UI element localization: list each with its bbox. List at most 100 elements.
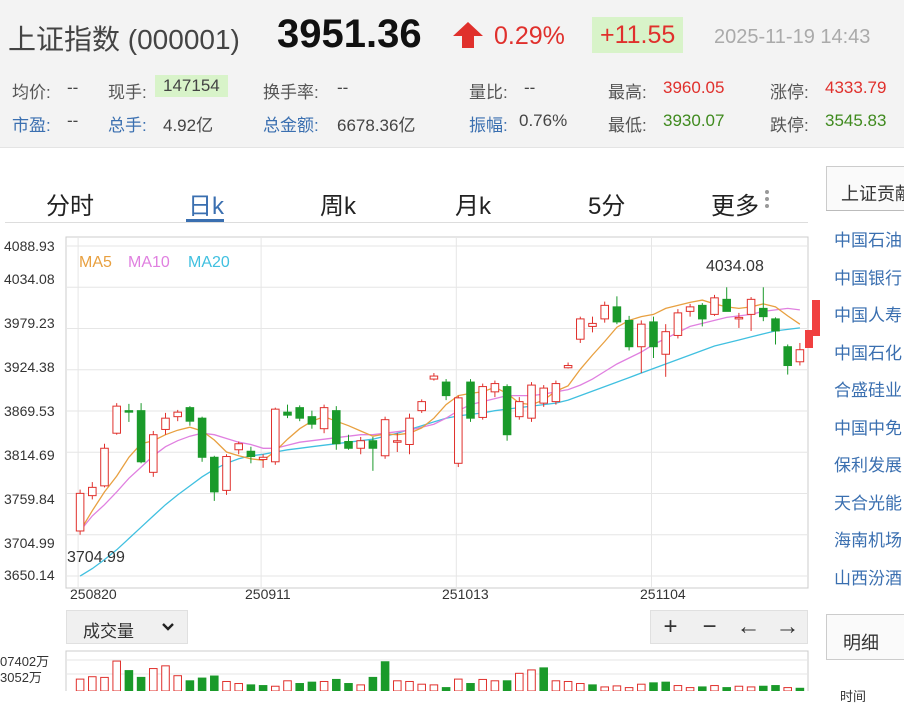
stat-value-turnover-rate: -- [337,78,349,97]
sidebar-item-7[interactable]: 保利发展 [834,451,902,476]
volume-bar [210,675,219,691]
sidebar-item-2[interactable]: 中国银行 [834,264,902,289]
sidebar-item-1[interactable]: 中国石油 [834,226,902,251]
candlestick-chart[interactable] [0,232,820,592]
volume-bar [441,687,451,691]
indicator-select[interactable]: 成交量 [66,610,188,644]
ma-legend-ma5: MA5 [79,254,112,271]
sidebar-heading-line [826,210,904,211]
y-tick-label: 4034.08 [4,271,55,287]
volume-bar [100,676,109,691]
sidebar-item-5[interactable]: 合盛硅业 [834,376,902,401]
x-tick-label: 250820 [70,586,117,602]
sidebar-item-8[interactable]: 天合光能 [834,489,902,514]
sidebar-item-3[interactable]: 中国人寿 [834,301,902,326]
volume-bar [283,680,292,691]
volume-bar [649,682,658,691]
candle [539,385,548,407]
y-tick-label: 3924.38 [4,359,55,375]
stat-value-low: 3930.07 [663,111,725,130]
volume-bar [515,672,524,691]
candle [380,416,390,459]
volume-bar [161,665,170,691]
tab-more[interactable]: 更多 [711,186,759,221]
volume-bar [258,685,268,691]
pan-left-button[interactable]: ← [729,611,768,645]
ma-legend-ma20: MA20 [188,254,230,271]
volume-chart[interactable] [0,648,820,691]
stat-label-amplitude[interactable]: 振幅: [469,111,508,136]
tab-intraday[interactable]: 分时 [46,186,94,221]
x-tick-label: 251104 [640,586,686,602]
volume-bar [612,685,622,691]
change-percent: 0.29% [494,22,565,50]
tab-daily-k[interactable]: 日k [188,186,224,221]
volume-bar [685,687,695,691]
candle [417,399,426,413]
ma-legend-ma10: MA10 [128,254,170,271]
volume-bar [124,670,134,691]
volume-bar [88,676,97,691]
stat-value-high: 3960.05 [663,78,725,97]
period-high-label: 4034.08 [706,258,764,275]
zoom-in-button[interactable]: + [651,611,690,645]
volume-bar [734,685,744,691]
volume-bar [234,683,243,691]
volume-bar [344,683,353,691]
volume-bar [246,684,256,691]
zoom-out-button[interactable]: − [690,611,729,645]
tab-detail[interactable]: 明细 [826,614,904,660]
volume-bar [698,686,707,691]
volume-bar [661,681,670,691]
stat-label-total-hand[interactable]: 总手: [108,111,147,136]
tab-monthly-k[interactable]: 月k [455,186,491,221]
sidebar-item-6[interactable]: 中国中免 [834,414,902,439]
stat-value-avg-price: -- [67,78,79,97]
stat-label-current-hand: 现手: [108,83,147,102]
volume-bar [563,680,573,691]
candle [112,403,121,435]
volume-bar [75,678,85,691]
volume-bar [539,667,548,691]
pan-right-button[interactable]: → [768,611,807,645]
stat-label-avg-price: 均价: [12,83,51,102]
volume-bar [722,687,731,691]
x-tick-label: 251013 [442,586,489,602]
candle [222,454,231,495]
volume-bar [149,668,158,691]
candle [502,384,512,441]
y-tick-label: 4088.93 [4,238,55,254]
y-tick-label: 3814.69 [4,447,55,463]
volume-bar [393,680,402,691]
sidebar-item-4[interactable]: 中国石化 [834,339,902,364]
tab-weekly-k[interactable]: 周k [320,186,356,221]
volume-bar [356,684,365,691]
live-bar [812,300,820,336]
stat-value-pe: -- [67,111,79,130]
sidebar-item-10[interactable]: 山西汾酒 [834,564,902,589]
tab-5min[interactable]: 5分 [588,186,625,221]
volume-bar [600,686,609,691]
more-dots-icon[interactable] [765,190,769,211]
stat-label-volume-ratio: 量比: [469,83,508,102]
volume-bar [197,677,207,691]
candle [624,315,634,351]
sidebar-item-9[interactable]: 海南机场 [834,526,902,551]
sidebar-bottom-text: 时间 [840,689,867,704]
candle [551,380,561,405]
volume-bar [490,680,500,691]
volume-bar [588,684,597,691]
y-tick-label: 3869.53 [4,403,55,419]
y-tick-label: 3979.23 [4,315,55,331]
volume-bar [673,685,683,691]
stat-label-total-amount[interactable]: 总金额: [263,111,319,136]
y-tick-label: 3759.84 [4,491,55,507]
stat-label-pe[interactable]: 市盈: [12,111,51,136]
volume-bar [380,661,390,691]
sidebar-heading[interactable]: 上证贡献 [826,166,904,210]
chevron-down-icon [161,619,175,639]
volume-bar [502,680,512,691]
stat-label-high: 最高: [608,83,647,102]
stock-title: 上证指数 (000001) [8,24,240,55]
candle [478,383,487,420]
